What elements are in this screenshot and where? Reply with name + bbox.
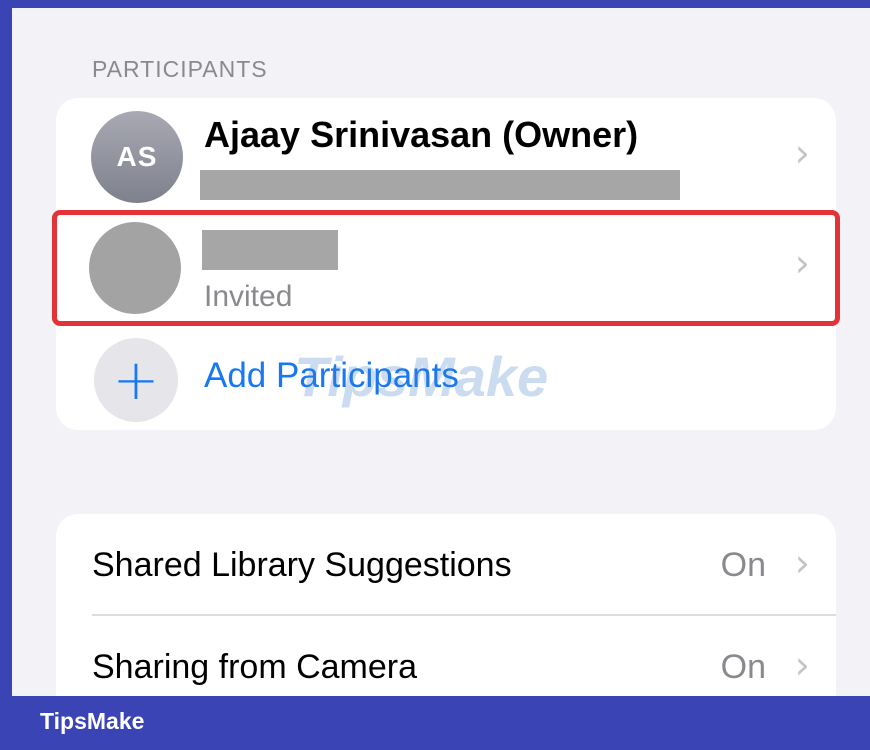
participant-row-owner[interactable]: AS Ajaay Srinivasan (Owner) › bbox=[56, 98, 836, 210]
chevron-right-icon: › bbox=[794, 643, 810, 687]
participant-status: Invited bbox=[204, 280, 293, 313]
chevron-right-icon: › bbox=[794, 541, 810, 585]
setting-title: Shared Library Suggestions bbox=[92, 546, 512, 584]
avatar bbox=[89, 222, 181, 314]
redacted-name bbox=[202, 230, 338, 270]
add-participants-button[interactable]: + Add Participants TipsMake bbox=[56, 322, 836, 430]
chevron-right-icon: › bbox=[794, 131, 810, 175]
setting-row-sharing-from-camera[interactable]: Sharing from Camera On › bbox=[56, 616, 836, 696]
library-settings-card: Shared Library Suggestions On › Sharing … bbox=[56, 514, 836, 696]
setting-value: On bbox=[720, 546, 766, 584]
chevron-right-icon: › bbox=[794, 241, 810, 285]
setting-title: Sharing from Camera bbox=[92, 648, 418, 686]
plus-icon: + bbox=[94, 338, 178, 422]
avatar: AS bbox=[91, 111, 183, 203]
setting-row-shared-library-suggestions[interactable]: Shared Library Suggestions On › bbox=[56, 514, 836, 616]
participant-name: Ajaay Srinivasan (Owner) bbox=[204, 114, 639, 155]
footer-bar: TipsMake bbox=[0, 696, 870, 750]
brand-logo: TipsMake bbox=[40, 708, 145, 734]
add-participants-label: Add Participants bbox=[204, 356, 459, 395]
participants-card: AS Ajaay Srinivasan (Owner) › Invited › … bbox=[52, 98, 840, 430]
participant-row-invited[interactable]: Invited › bbox=[52, 210, 840, 326]
settings-screen: PARTICIPANTS AS Ajaay Srinivasan (Owner)… bbox=[12, 8, 870, 696]
section-header-participants: PARTICIPANTS bbox=[92, 56, 268, 82]
redacted-email bbox=[200, 170, 680, 200]
setting-value: On bbox=[720, 648, 766, 686]
